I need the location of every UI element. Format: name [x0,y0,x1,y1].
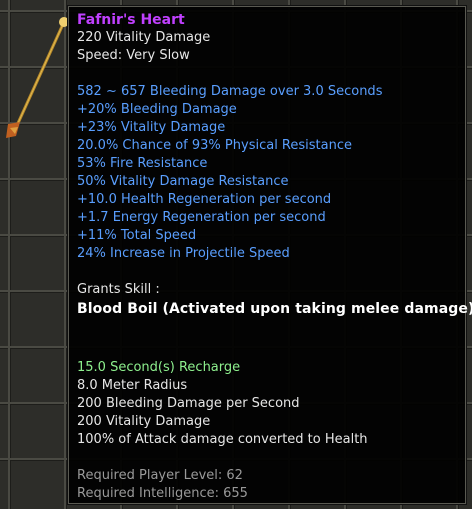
modifier-line: +20% Bleeding Damage [77,102,237,117]
item-tooltip: Fafnir's Heart 220 Vitality Damage Speed… [68,6,472,504]
skill-detail: 8.0 Meter Radius [77,378,188,393]
item-name: Fafnir's Heart [77,12,185,28]
modifier-line: +1.7 Energy Regeneration per second [77,210,326,225]
modifier-line: 20.0% Chance of 93% Physical Resistance [77,138,352,153]
modifier-line: 582 ~ 657 Bleeding Damage over 3.0 Secon… [77,84,383,99]
skill-detail: 200 Vitality Damage [77,414,211,429]
modifier-line: +23% Vitality Damage [77,120,226,135]
skill-detail: 100% of Attack damage converted to Healt… [77,432,368,447]
requirement-intelligence: Required Intelligence: 655 [77,486,248,501]
modifier-line: 50% Vitality Damage Resistance [77,174,289,189]
skill-name: Blood Boil (Activated upon taking melee … [77,301,472,317]
requirement-level: Required Player Level: 62 [77,468,243,483]
modifier-line: 24% Increase in Projectile Speed [77,246,290,261]
modifier-line: 53% Fire Resistance [77,156,208,171]
inventory-background: Fafnir's Heart 220 Vitality Damage Speed… [0,0,472,509]
item-base-damage: 220 Vitality Damage [77,30,211,45]
modifier-line: +10.0 Health Regeneration per second [77,192,332,207]
modifier-line: +11% Total Speed [77,228,197,243]
skill-detail: 200 Bleeding Damage per Second [77,396,300,411]
grants-skill-label: Grants Skill : [77,282,160,297]
skill-recharge: 15.0 Second(s) Recharge [77,360,241,375]
item-speed: Speed: Very Slow [77,48,190,63]
